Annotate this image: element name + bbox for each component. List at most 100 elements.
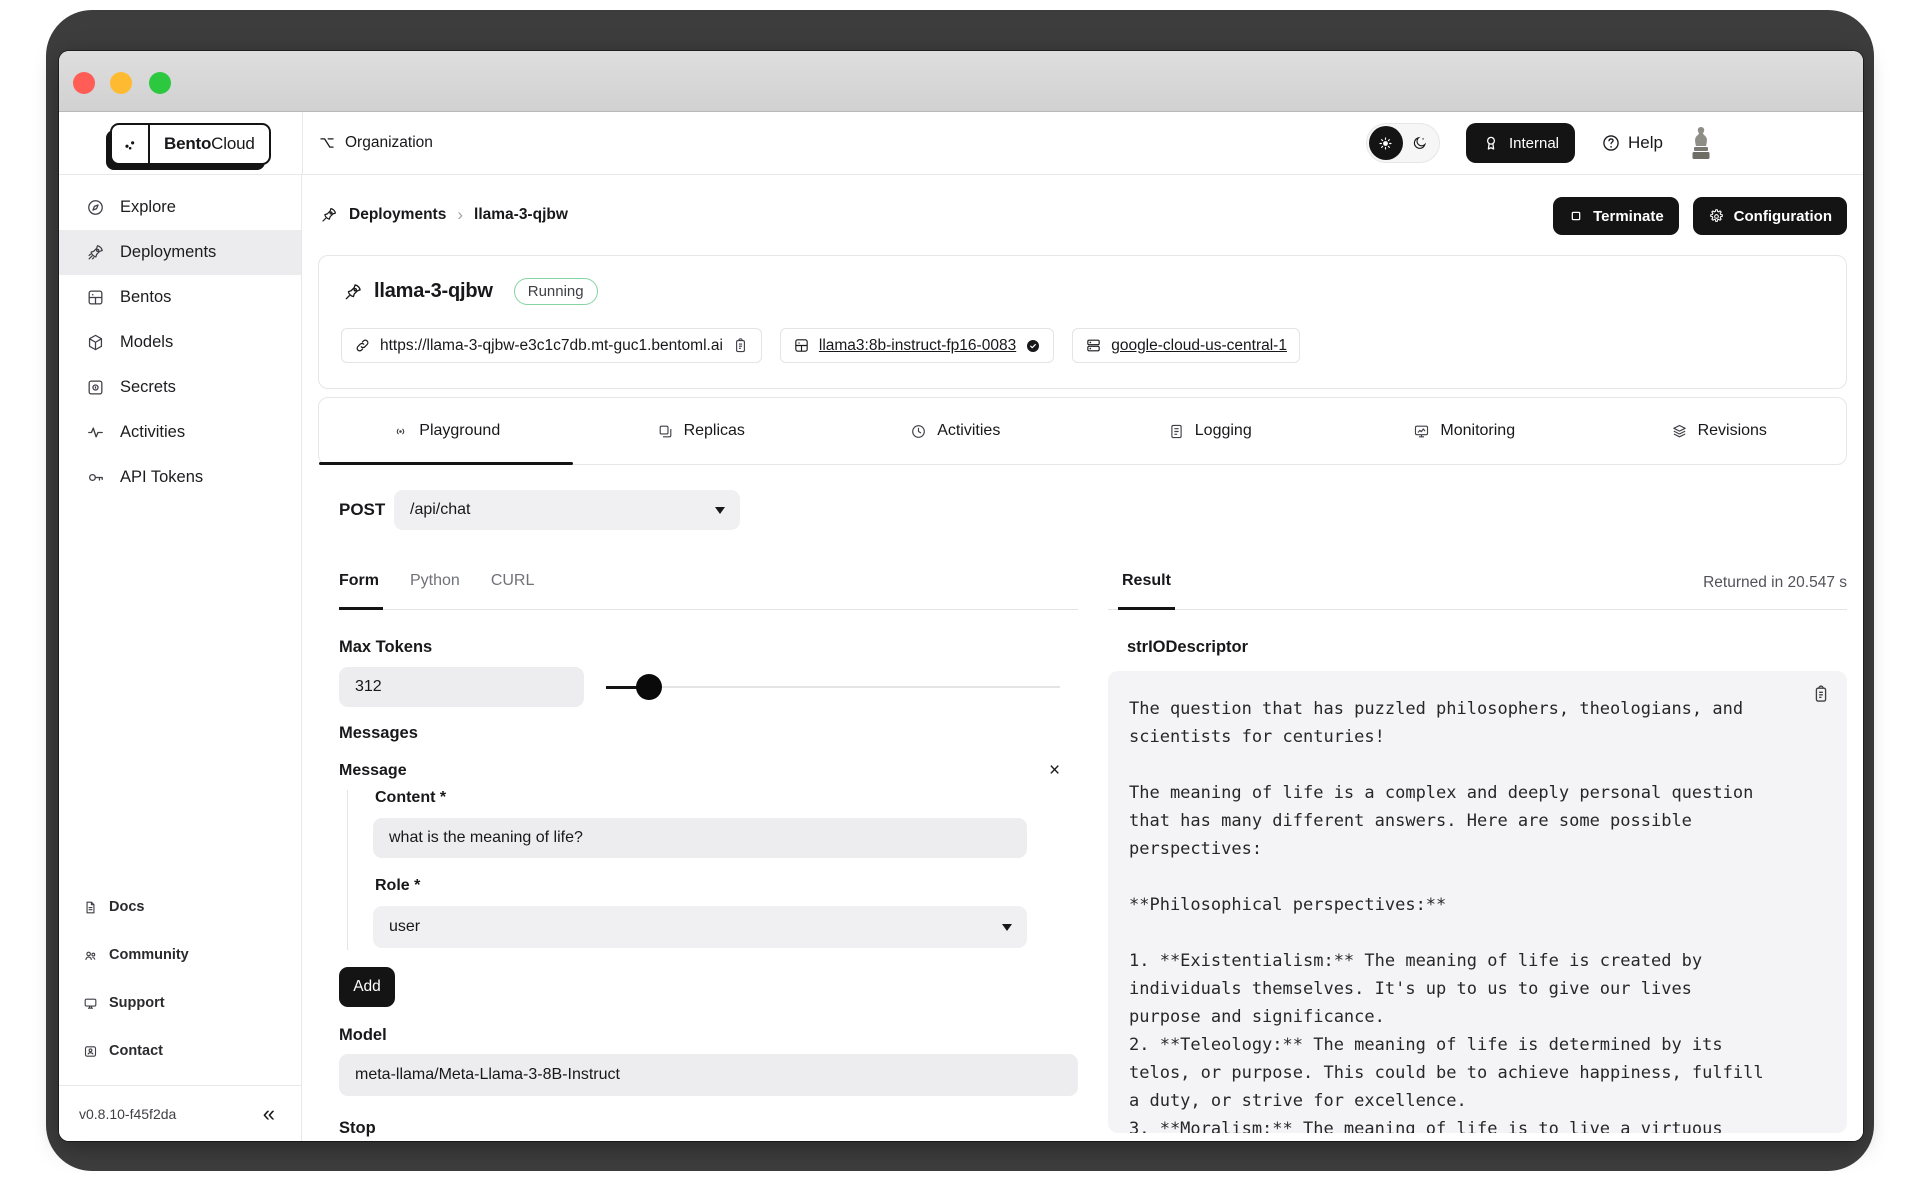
bentocloud-logo[interactable]: Bento Cloud [110, 123, 271, 165]
sidebar-item-secrets[interactable]: Secrets [59, 365, 301, 410]
tab-form[interactable]: Form [339, 572, 379, 590]
form-tab-active-indicator [339, 607, 383, 610]
internal-org-badge[interactable]: Internal [1465, 123, 1576, 163]
role-select[interactable]: user [373, 906, 1027, 948]
broadcast-icon [392, 423, 409, 440]
slider-track [606, 686, 1060, 688]
document-icon [83, 900, 98, 915]
request-format-tabs: Form Python CURL [339, 572, 534, 590]
sidebar-item-label: Explore [120, 198, 176, 216]
sidebar-item-label: Models [120, 333, 174, 351]
tab-logging[interactable]: Logging [1083, 398, 1338, 464]
vault-icon [86, 378, 105, 397]
bento-tag-chip: llama3:8b-instruct-fp16-0083 [779, 328, 1055, 363]
pulse-icon [86, 423, 105, 442]
configuration-label: Configuration [1733, 207, 1832, 225]
app-header: Bento Cloud Organization Internal Help [59, 112, 1863, 175]
endpoint-selector-row: POST /api/chat [339, 490, 740, 530]
sidebar-item-label: API Tokens [120, 468, 204, 486]
monitor-icon [83, 996, 98, 1011]
zoom-window-button[interactable] [149, 72, 171, 94]
tab-label: Playground [419, 422, 501, 439]
tab-replicas[interactable]: Replicas [574, 398, 829, 464]
sidebar-item-explore[interactable]: Explore [59, 185, 301, 230]
sidebar-link-support[interactable]: Support [59, 979, 301, 1027]
rocket-icon [86, 243, 105, 262]
verified-check-icon [1025, 338, 1041, 354]
max-tokens-slider[interactable] [606, 672, 1060, 702]
stop-square-icon [1568, 208, 1584, 224]
tab-label: Revisions [1697, 422, 1767, 439]
sidebar-link-community[interactable]: Community [59, 931, 301, 979]
tab-python[interactable]: Python [410, 572, 460, 590]
add-message-button[interactable]: Add [339, 967, 395, 1007]
slider-thumb[interactable] [636, 674, 662, 700]
header-divider [302, 112, 303, 174]
result-tabs-rule [1108, 609, 1847, 610]
form-tabs-rule [339, 609, 1078, 610]
theme-toggle[interactable] [1365, 123, 1440, 163]
tab-curl[interactable]: CURL [491, 572, 535, 590]
tab-label: Activities [937, 422, 1001, 439]
help-menu[interactable]: Help [1601, 133, 1663, 153]
sidebar-item-activities[interactable]: Activities [59, 410, 301, 455]
sidebar-link-label: Docs [109, 899, 145, 915]
dark-mode-button[interactable] [1403, 126, 1437, 160]
server-icon [1085, 337, 1102, 354]
key-icon [86, 468, 105, 487]
breadcrumb-current: llama-3-qjbw [474, 206, 568, 223]
deployment-tabs: Playground Replicas Activities Logging M… [318, 397, 1847, 465]
tab-revisions[interactable]: Revisions [1592, 398, 1847, 464]
chevron-down-icon [1002, 924, 1012, 931]
chevron-down-icon [715, 507, 725, 514]
endpoint-url[interactable]: https://llama-3-qjbw-e3c1c7db.mt-guc1.be… [380, 337, 723, 355]
collapse-sidebar-icon[interactable]: « [263, 1102, 275, 1125]
breadcrumb-deployments-link[interactable]: Deployments [349, 206, 446, 224]
sidebar-item-bentos[interactable]: Bentos [59, 275, 301, 320]
sidebar-link-contact[interactable]: Contact [59, 1027, 301, 1075]
device-frame: Bento Cloud Organization Internal Help E… [46, 10, 1874, 1171]
tab-label: Monitoring [1440, 422, 1516, 439]
internal-label: Internal [1508, 134, 1560, 152]
app-version: v0.8.10-f45f2da [79, 1105, 177, 1122]
compass-icon [86, 198, 105, 217]
sidebar-link-docs[interactable]: Docs [59, 883, 301, 931]
max-tokens-input[interactable] [339, 667, 584, 707]
result-output-text: The question that has puzzled philosophe… [1129, 699, 1764, 1133]
configuration-button[interactable]: Configuration [1692, 197, 1847, 235]
copy-url-icon[interactable] [732, 337, 749, 354]
sidebar-link-label: Support [109, 995, 165, 1011]
sidebar-item-api-tokens[interactable]: API Tokens [59, 455, 301, 500]
sidebar-item-deployments[interactable]: Deployments [59, 230, 301, 275]
sidebar-item-models[interactable]: Models [59, 320, 301, 365]
cluster-link[interactable]: google-cloud-us-central-1 [1111, 337, 1287, 355]
bento-tag-link[interactable]: llama3:8b-instruct-fp16-0083 [819, 337, 1016, 355]
role-label: Role * [375, 877, 421, 894]
organization-switcher[interactable]: Organization [318, 112, 433, 174]
user-avatar[interactable] [1689, 125, 1713, 161]
award-icon [1482, 134, 1500, 152]
endpoint-select[interactable]: /api/chat [394, 490, 740, 530]
tab-playground[interactable]: Playground [319, 398, 574, 464]
tab-monitoring[interactable]: Monitoring [1337, 398, 1592, 464]
copies-icon [657, 423, 674, 440]
rocket-icon [320, 206, 338, 224]
role-select-value: user [389, 918, 421, 935]
content-input[interactable] [373, 818, 1027, 858]
active-tab-indicator [319, 462, 574, 465]
remove-message-icon[interactable]: × [1049, 760, 1060, 782]
gear-icon [1708, 208, 1725, 225]
close-window-button[interactable] [73, 72, 95, 94]
copy-result-icon[interactable] [1811, 684, 1831, 704]
http-method-label: POST [339, 500, 386, 519]
message-group-rule [347, 790, 348, 950]
terminate-button[interactable]: Terminate [1553, 197, 1679, 235]
rocket-icon [343, 282, 363, 302]
contact-card-icon [83, 1044, 98, 1059]
tab-activities[interactable]: Activities [828, 398, 1083, 464]
stop-label: Stop [339, 1119, 376, 1137]
minimize-window-button[interactable] [110, 72, 132, 94]
light-mode-button[interactable] [1368, 126, 1403, 160]
sidebar-link-label: Contact [109, 1043, 163, 1059]
model-input[interactable] [339, 1054, 1078, 1096]
